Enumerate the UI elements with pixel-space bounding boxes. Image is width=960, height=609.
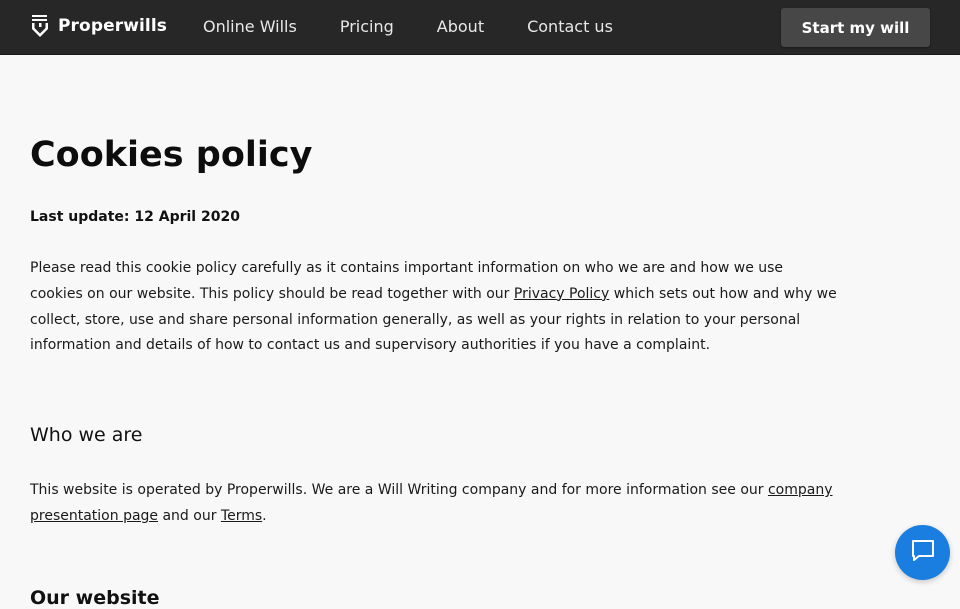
who-we-are-heading: Who we are — [30, 424, 143, 446]
who-we-are-text-start: This website is operated by Properwills.… — [30, 482, 768, 498]
chat-bubble-icon — [910, 539, 936, 567]
who-we-are-text-middle: and our — [158, 507, 221, 524]
who-we-are-paragraph: This website is operated by Properwills.… — [30, 478, 840, 530]
brand-name: Properwills — [58, 16, 168, 36]
intro-paragraph: Please read this cookie policy carefully… — [30, 256, 840, 359]
page-title: Cookies policy — [30, 135, 313, 175]
who-we-are-text-end: . — [262, 507, 267, 524]
main-nav: Online Wills Pricing About Contact us — [203, 17, 656, 36]
nav-pricing[interactable]: Pricing — [340, 17, 394, 36]
chat-launcher-button[interactable] — [895, 525, 950, 580]
nav-contact-us[interactable]: Contact us — [527, 17, 613, 36]
terms-link[interactable]: Terms — [221, 508, 262, 524]
privacy-policy-link[interactable]: Privacy Policy — [514, 286, 609, 302]
shield-logo-icon — [30, 14, 50, 38]
start-my-will-button[interactable]: Start my will — [781, 8, 930, 47]
top-navigation-bar: Properwills Online Wills Pricing About C… — [0, 0, 960, 55]
brand-logo-link[interactable]: Properwills — [30, 14, 167, 38]
last-update-date: Last update: 12 April 2020 — [30, 209, 240, 225]
our-website-heading: Our website — [30, 587, 160, 609]
nav-online-wills[interactable]: Online Wills — [203, 17, 297, 36]
nav-about[interactable]: About — [437, 17, 484, 36]
